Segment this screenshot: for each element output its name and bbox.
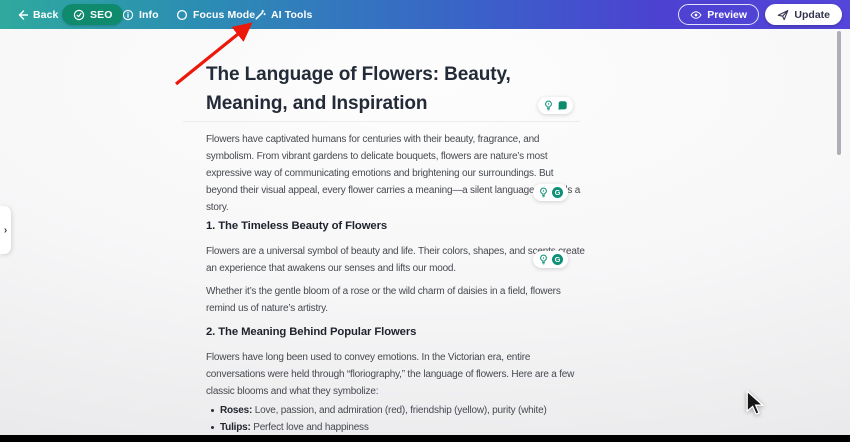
update-button[interactable]: Update	[765, 4, 842, 25]
gauge-icon	[73, 9, 85, 20]
list-item-text: Perfect love and happiness	[250, 422, 369, 433]
list-item[interactable]: Tulips: Perfect love and happiness	[211, 419, 586, 436]
article-intro-paragraph[interactable]: Flowers have captivated humans for centu…	[206, 131, 586, 216]
section1-heading[interactable]: 1. The Timeless Beauty of Flowers	[206, 218, 586, 235]
g-badge-icon: G	[552, 187, 563, 198]
paragraph-suggestion-pill[interactable]: G	[533, 251, 568, 268]
lightbulb-icon	[540, 254, 547, 265]
list-item[interactable]: Roses: Love, passion, and admiration (re…	[211, 402, 586, 419]
bottom-letterbox-bar	[0, 435, 850, 442]
magic-wand-icon	[255, 9, 266, 20]
scrollbar-thumb[interactable]	[837, 31, 841, 155]
list-item-text: Love, passion, and admiration (red), fri…	[252, 405, 547, 416]
title-suggestion-pill[interactable]	[538, 97, 573, 114]
section2-paragraph-1[interactable]: Flowers have long been used to convey em…	[206, 349, 586, 400]
tab-ai-tools[interactable]: AI Tools	[254, 0, 312, 29]
preview-button[interactable]: Preview	[678, 4, 759, 25]
arrow-left-icon	[18, 9, 28, 20]
eye-icon	[690, 10, 702, 19]
section2-heading[interactable]: 2. The Meaning Behind Popular Flowers	[206, 324, 586, 341]
lightbulb-icon	[540, 187, 547, 198]
lightbulb-icon	[545, 100, 552, 111]
tab-info[interactable]: Info	[122, 0, 159, 29]
chevron-right-icon: ›	[3, 224, 8, 236]
seo-label: SEO	[90, 8, 113, 21]
preview-label: Preview	[707, 8, 747, 21]
info-label: Info	[139, 8, 159, 21]
focus-circle-icon	[176, 9, 188, 20]
back-label: Back	[33, 8, 59, 21]
update-label: Update	[794, 8, 830, 21]
mouse-cursor	[746, 390, 765, 416]
editor-screen: Back SEO Info Focus Mode AI Tools Previe…	[0, 0, 850, 442]
section1-paragraph-1[interactable]: Flowers are a universal symbol of beauty…	[206, 243, 586, 277]
focus-mode-label: Focus Mode	[193, 8, 256, 21]
comment-bubble-icon	[558, 101, 567, 110]
back-button[interactable]: Back	[16, 0, 59, 29]
g-badge-icon: G	[552, 254, 563, 265]
list-item-label: Roses:	[220, 405, 253, 416]
ai-tools-label: AI Tools	[271, 8, 313, 21]
article-editor: The Language of Flowers: Beauty, Meaning…	[206, 60, 586, 442]
info-icon	[122, 9, 134, 20]
top-toolbar: Back SEO Info Focus Mode AI Tools Previe…	[0, 0, 850, 29]
tab-focus-mode[interactable]: Focus Mode	[176, 0, 255, 29]
sidebar-expand-handle[interactable]: ›	[0, 206, 11, 254]
section1-paragraph-2[interactable]: Whether it’s the gentle bloom of a rose …	[206, 283, 586, 317]
paragraph-suggestion-pill[interactable]: G	[533, 184, 568, 201]
list-item-label: Tulips:	[220, 422, 251, 433]
article-title[interactable]: The Language of Flowers: Beauty, Meaning…	[206, 60, 586, 118]
paper-plane-icon	[778, 9, 789, 20]
tab-seo[interactable]: SEO	[62, 4, 124, 25]
